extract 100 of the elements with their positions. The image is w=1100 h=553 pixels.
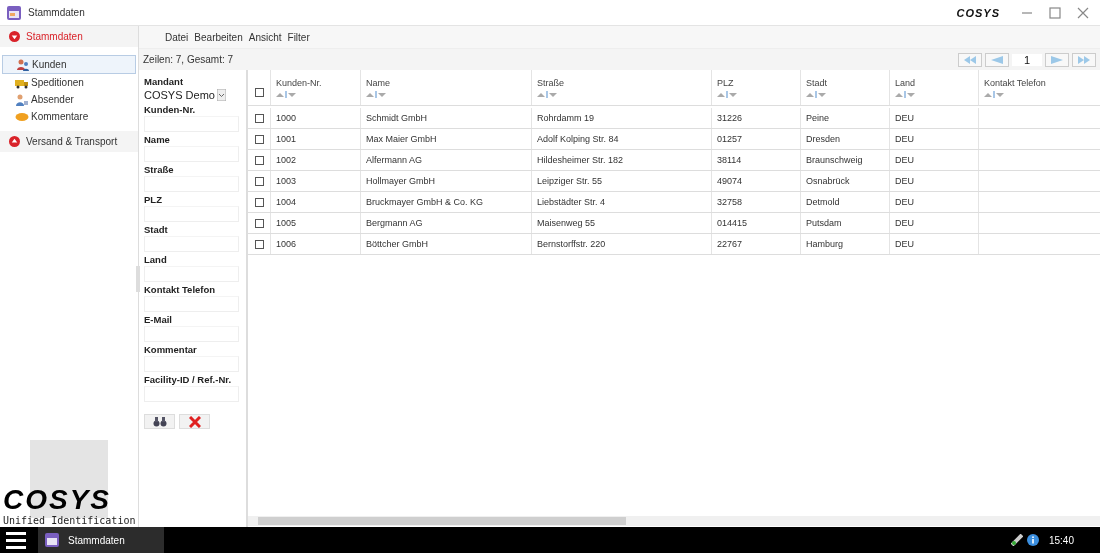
menu-item[interactable]: Ansicht [248, 31, 282, 43]
select-all-checkbox[interactable] [254, 88, 264, 97]
next-page-button[interactable] [1045, 52, 1069, 67]
field-label: Facility-ID / Ref.-Nr. [144, 374, 233, 385]
sort-icon[interactable] [806, 90, 826, 98]
table-cell: DEU [895, 134, 914, 144]
table-cell: Maisenweg 55 [537, 218, 596, 228]
sidebar-item[interactable]: Absender [0, 91, 138, 108]
menu-icon[interactable] [6, 531, 26, 549]
table-cell: Leipziger Str. 55 [537, 176, 603, 186]
field-label: Kunden-Nr. [144, 104, 197, 115]
network-icon[interactable] [1010, 534, 1023, 546]
table-cell: 1002 [276, 155, 297, 165]
sort-icon[interactable] [984, 90, 1004, 98]
field-label: Stadt [144, 224, 169, 235]
collapse-handle[interactable] [136, 266, 140, 292]
column-header[interactable]: Kontakt Telefon [984, 77, 1096, 88]
column-header[interactable]: Name [366, 77, 531, 88]
row-checkbox[interactable] [254, 155, 264, 165]
speech-bubble-icon [15, 110, 29, 123]
table-cell: Hollmayer GmbH [366, 176, 435, 186]
toggle-icon [9, 136, 20, 147]
field-label: Mandant [144, 76, 185, 87]
field-label: Land [144, 254, 168, 265]
table-cell: 49074 [717, 176, 743, 186]
table-cell: Max Maier GmbH [366, 134, 437, 144]
table-cell: Bergmann AG [366, 218, 423, 228]
sort-icon[interactable] [717, 90, 737, 98]
info-icon[interactable] [1026, 534, 1039, 546]
table-cell: 1004 [276, 197, 297, 207]
mandant-dropdown[interactable]: COSYS Demo [144, 87, 244, 102]
table-cell: 1001 [276, 134, 297, 144]
sort-icon[interactable] [895, 90, 915, 98]
sidebar-group[interactable]: Stammdaten [0, 26, 138, 47]
field-label: E-Mail [144, 314, 173, 325]
right-arrow-icon [1051, 55, 1063, 64]
double-left-arrow-icon [964, 55, 976, 64]
page-number[interactable]: 1 [1012, 53, 1042, 66]
maximize-icon[interactable] [1049, 6, 1061, 19]
taskbar-item[interactable]: Stammdaten [38, 527, 164, 553]
row-checkbox[interactable] [254, 113, 264, 123]
sidebar-group[interactable]: Versand & Transport [0, 131, 138, 152]
first-page-button[interactable] [958, 52, 982, 67]
table-cell: Peine [806, 113, 830, 123]
people-icon [16, 58, 30, 71]
sort-icon[interactable] [276, 90, 296, 98]
previous-page-button[interactable] [985, 52, 1009, 67]
table-cell: DEU [895, 218, 914, 228]
field-label: Straße [144, 164, 175, 175]
table-cell: 1006 [276, 239, 297, 249]
table-cell: 01257 [717, 134, 743, 144]
table-cell: Osnabrück [806, 176, 850, 186]
table-cell: Dresden [806, 134, 841, 144]
dropdown-icon [216, 88, 226, 101]
table-cell: Alfermann AG [366, 155, 423, 165]
table-cell: 014415 [717, 218, 748, 228]
table-cell: DEU [895, 197, 914, 207]
table-cell: 1000 [276, 113, 297, 123]
column-header[interactable]: Kunden-Nr. [276, 77, 360, 88]
tagline: Unified Identification [3, 515, 136, 526]
app-icon [6, 4, 22, 21]
table-cell: Böttcher GmbH [366, 239, 429, 249]
table-cell: Schmidt GmbH [366, 113, 427, 123]
row-checkbox[interactable] [254, 197, 264, 207]
table-cell: Hamburg [806, 239, 843, 249]
toggle-icon [9, 31, 20, 42]
row-checkbox[interactable] [254, 176, 264, 186]
sidebar-item[interactable]: Speditionen [0, 74, 138, 91]
close-icon[interactable] [1077, 6, 1089, 19]
search-button[interactable] [144, 414, 175, 429]
sidebar-item[interactable]: Kunden [2, 55, 136, 74]
menu-item[interactable]: Bearbeiten [194, 31, 243, 43]
column-header[interactable]: Land [895, 77, 978, 88]
table-cell: Rohrdamm 19 [537, 113, 595, 123]
row-checkbox[interactable] [254, 134, 264, 144]
table-cell: 1003 [276, 176, 297, 186]
row-checkbox[interactable] [254, 239, 264, 249]
column-header[interactable]: PLZ [717, 77, 800, 88]
clear-button[interactable] [179, 414, 210, 429]
sidebar-item[interactable]: Kommentare [0, 108, 138, 125]
person-icon [15, 93, 29, 106]
clock: 15:40 [1048, 534, 1074, 546]
menu-item[interactable]: Filter [287, 31, 310, 43]
column-header[interactable]: Straße [537, 77, 711, 88]
table-cell: Adolf Kolping Str. 84 [537, 134, 619, 144]
table-cell: 38114 [717, 155, 742, 165]
close-icon [188, 415, 201, 428]
table-cell: DEU [895, 239, 914, 249]
column-header[interactable]: Stadt [806, 77, 889, 88]
last-page-button[interactable] [1072, 52, 1096, 67]
menu-item[interactable]: Datei [165, 31, 189, 43]
table-cell: 22767 [717, 239, 743, 249]
sort-icon[interactable] [366, 90, 386, 98]
table-cell: DEU [895, 113, 914, 123]
row-checkbox[interactable] [254, 218, 264, 228]
table-cell: Braunschweig [806, 155, 863, 165]
horizontal-scrollbar[interactable] [248, 516, 1100, 526]
sort-icon[interactable] [537, 90, 557, 98]
left-arrow-icon [991, 55, 1003, 64]
window-title: Stammdaten [28, 7, 86, 18]
